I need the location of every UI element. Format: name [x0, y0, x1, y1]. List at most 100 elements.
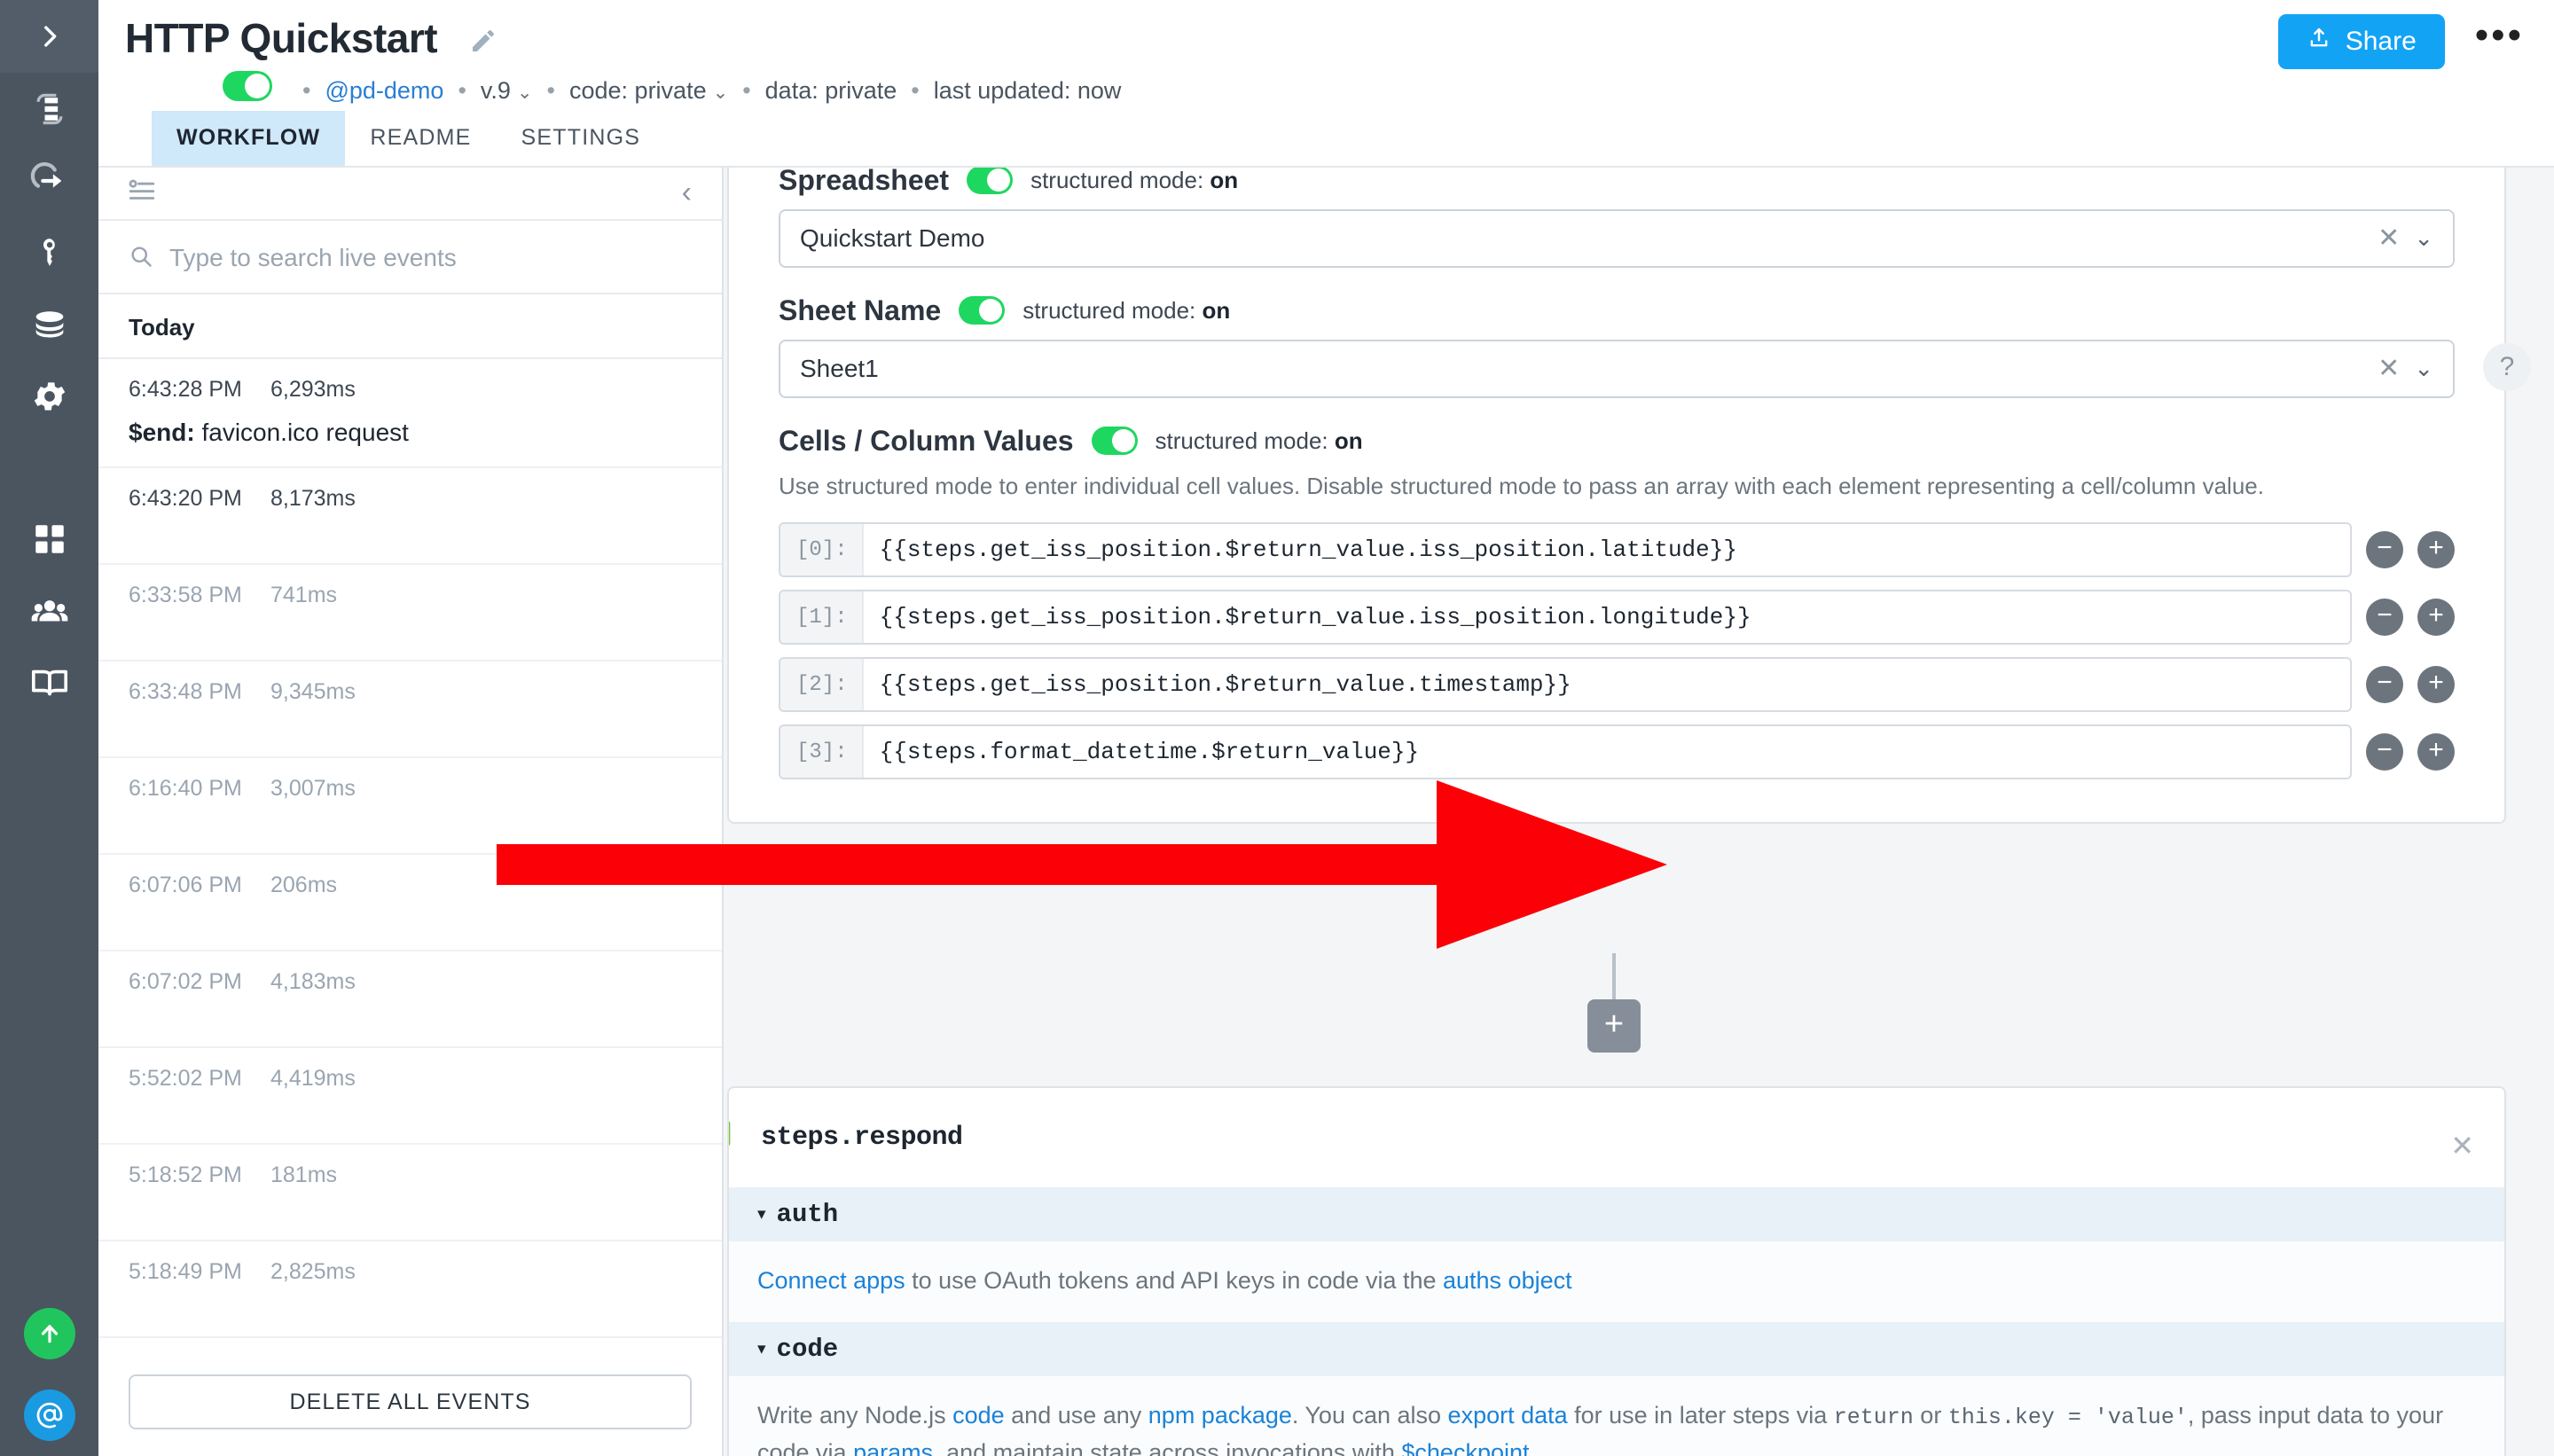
- cell-value: {{steps.get_iss_position.$return_value.t…: [864, 671, 1571, 698]
- return-code: return: [1834, 1405, 1914, 1430]
- tab-readme[interactable]: README: [345, 111, 496, 166]
- minus-circle-icon[interactable]: −: [2366, 666, 2403, 703]
- chevron-down-icon[interactable]: ⌄: [2414, 224, 2439, 252]
- code-link[interactable]: code: [952, 1402, 1005, 1429]
- delete-all-events-button[interactable]: DELETE ALL EVENTS: [129, 1374, 692, 1429]
- workflow-meta-row: • @pd-demo • v.9⌄ • code: private⌄ • dat…: [98, 61, 2554, 111]
- event-summary-prefix: $end:: [129, 419, 195, 446]
- cell-value-input[interactable]: [2]: {{steps.get_iss_position.$return_va…: [779, 657, 2352, 712]
- sheet-name-select[interactable]: Sheet1 ✕ ⌄: [779, 340, 2455, 398]
- spreadsheet-select[interactable]: Quickstart Demo ✕ ⌄: [779, 209, 2455, 268]
- key-icon[interactable]: [0, 216, 98, 288]
- gear-icon[interactable]: [0, 360, 98, 432]
- minus-circle-icon[interactable]: −: [2366, 531, 2403, 568]
- rail-expand-button[interactable]: [0, 0, 98, 73]
- updated-value: now: [1077, 77, 1122, 104]
- tab-workflow[interactable]: WORKFLOW: [152, 111, 345, 166]
- spreadsheet-structured-toggle[interactable]: [967, 168, 1013, 195]
- plus-circle-icon[interactable]: +: [2417, 666, 2455, 703]
- event-summary: $end: favicon.ico request: [129, 419, 692, 447]
- list-item[interactable]: 5:18:52 PM181ms: [98, 1145, 722, 1241]
- caret-down-icon: ▾: [757, 1339, 766, 1359]
- header-actions: Share •••: [2278, 14, 2524, 69]
- apps-grid-icon[interactable]: [0, 503, 98, 575]
- cells-help-text: Use structured mode to enter individual …: [779, 470, 2455, 504]
- list-item[interactable]: 5:16:33 PM3,861ms: [98, 1338, 722, 1355]
- plus-circle-icon[interactable]: +: [2417, 531, 2455, 568]
- thiskey-code: this.key = 'value': [1948, 1405, 2188, 1430]
- cell-index: [1]:: [780, 591, 864, 643]
- event-duration: 2,825ms: [270, 1259, 356, 1285]
- chevron-down-icon[interactable]: ⌄: [2414, 355, 2439, 382]
- structured-prefix: structured mode:: [1030, 168, 1203, 193]
- code-label: code:: [569, 77, 628, 104]
- cell-value-input[interactable]: [0]: {{steps.get_iss_position.$return_va…: [779, 522, 2352, 577]
- list-item[interactable]: 6:43:28 PM6,293ms $end: favicon.ico requ…: [98, 359, 722, 468]
- list-item[interactable]: 6:07:02 PM4,183ms: [98, 951, 722, 1048]
- book-icon[interactable]: [0, 646, 98, 718]
- cells-structured-note: structured mode: on: [1156, 427, 1363, 455]
- share-button[interactable]: Share: [2278, 14, 2445, 69]
- version-selector[interactable]: v.9⌄: [481, 77, 533, 105]
- workflow-enable-toggle[interactable]: [223, 71, 272, 101]
- event-sources-icon[interactable]: [0, 145, 98, 216]
- event-time: 5:18:52 PM: [129, 1162, 270, 1188]
- checkpoint-link[interactable]: $checkpoint: [1401, 1439, 1529, 1456]
- params-link[interactable]: params: [853, 1439, 933, 1456]
- structured-value: on: [1210, 168, 1238, 193]
- sheet-name-structured-toggle[interactable]: [959, 296, 1005, 325]
- share-button-label: Share: [2346, 27, 2417, 57]
- help-button[interactable]: ?: [2483, 343, 2531, 391]
- arrow-up-circle-icon[interactable]: [0, 1293, 98, 1374]
- at-circle-icon[interactable]: [0, 1374, 98, 1456]
- list-item[interactable]: 6:33:58 PM741ms: [98, 565, 722, 661]
- auths-object-link[interactable]: auths object: [1443, 1267, 1572, 1294]
- data-value: private: [825, 77, 897, 104]
- cell-value-input[interactable]: [3]: {{steps.format_datetime.$return_val…: [779, 724, 2352, 779]
- code-visibility-selector[interactable]: code: private⌄: [569, 77, 728, 105]
- cell-value: {{steps.get_iss_position.$return_value.i…: [864, 604, 1751, 630]
- add-step-button[interactable]: +: [1587, 999, 1641, 1053]
- plus-circle-icon[interactable]: +: [2417, 599, 2455, 636]
- database-icon[interactable]: [0, 288, 98, 360]
- minus-circle-icon[interactable]: −: [2366, 733, 2403, 771]
- tab-settings[interactable]: SETTINGS: [497, 111, 666, 166]
- list-item[interactable]: 6:43:20 PM8,173ms: [98, 468, 722, 565]
- event-summary: [129, 1201, 692, 1220]
- npm-package-link[interactable]: npm package: [1148, 1402, 1292, 1429]
- code-section-header[interactable]: ▾ code: [729, 1322, 2504, 1376]
- event-duration: 4,183ms: [270, 969, 356, 995]
- close-icon[interactable]: ✕: [2363, 353, 2414, 384]
- event-summary: [129, 717, 692, 737]
- list-item[interactable]: 6:07:06 PM206ms: [98, 855, 722, 951]
- ellipsis-icon[interactable]: •••: [2475, 27, 2524, 56]
- search-input[interactable]: [169, 244, 692, 272]
- list-item[interactable]: 6:33:48 PM9,345ms: [98, 661, 722, 758]
- list-item[interactable]: 6:16:40 PM3,007ms: [98, 758, 722, 855]
- list-item[interactable]: 5:18:49 PM2,825ms: [98, 1241, 722, 1338]
- plus-circle-icon[interactable]: +: [2417, 733, 2455, 771]
- cell-value-input[interactable]: [1]: {{steps.get_iss_position.$return_va…: [779, 590, 2352, 645]
- event-list-icon[interactable]: [127, 176, 157, 210]
- event-time: 6:33:58 PM: [129, 583, 270, 608]
- cell-value: {{steps.format_datetime.$return_value}}: [864, 739, 1420, 765]
- minus-circle-icon[interactable]: −: [2366, 599, 2403, 636]
- owner-link[interactable]: @pd-demo: [325, 77, 443, 105]
- users-icon[interactable]: [0, 575, 98, 646]
- upload-icon: [2307, 26, 2331, 58]
- cells-structured-toggle[interactable]: [1092, 427, 1138, 455]
- export-data-link[interactable]: export data: [1448, 1402, 1568, 1429]
- close-icon[interactable]: ✕: [2450, 1129, 2474, 1162]
- pencil-icon[interactable]: [469, 27, 497, 59]
- workflows-icon[interactable]: [0, 73, 98, 145]
- list-item[interactable]: 5:52:02 PM4,419ms: [98, 1048, 722, 1145]
- respond-step-title: steps.respond: [761, 1123, 963, 1153]
- connect-apps-link[interactable]: Connect apps: [757, 1267, 905, 1294]
- updated-label: last updated:: [934, 77, 1071, 104]
- auth-section-header[interactable]: ▾ auth: [729, 1187, 2504, 1241]
- events-list: 6:43:28 PM6,293ms $end: favicon.ico requ…: [98, 359, 722, 1355]
- data-visibility: data: private: [765, 77, 897, 105]
- close-icon[interactable]: ✕: [2363, 223, 2414, 254]
- chevron-left-icon[interactable]: ‹: [682, 176, 692, 210]
- cell-index: [0]:: [780, 524, 864, 575]
